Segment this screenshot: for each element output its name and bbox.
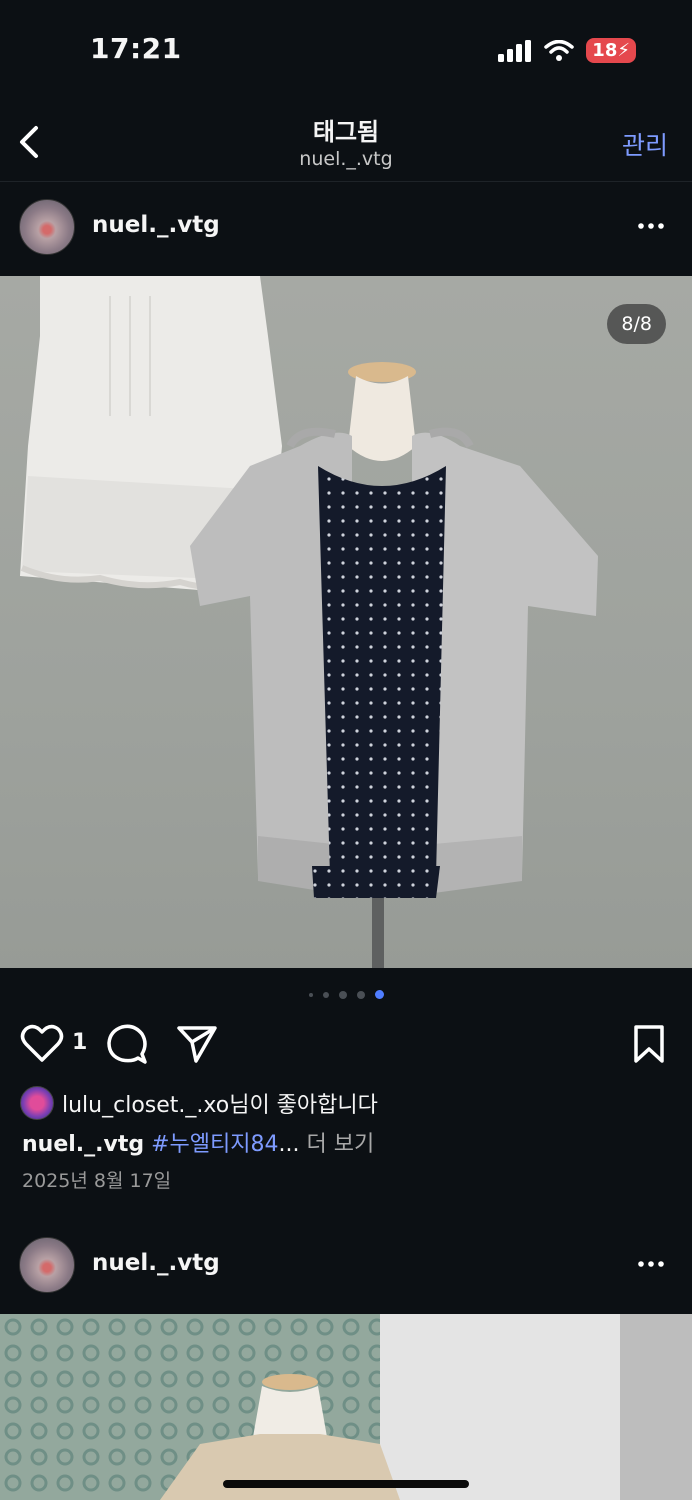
carousel-dot [338, 990, 347, 999]
home-indicator [223, 1480, 469, 1488]
wifi-icon [544, 39, 575, 61]
status-icons: 18⚡ [498, 38, 636, 63]
bookmark-icon[interactable] [632, 1024, 666, 1064]
avatar[interactable] [19, 199, 75, 255]
post-date: 2025년 8월 17일 [22, 1170, 172, 1192]
heart-icon[interactable] [20, 1024, 64, 1064]
like-count[interactable]: 1 [72, 1030, 87, 1055]
status-bar: 17:21 18⚡ [0, 0, 692, 100]
liker-username[interactable]: lulu_closet._.xo [62, 1093, 229, 1118]
battery-level: 18 [592, 40, 618, 61]
caption-ellipsis: ... [278, 1132, 300, 1157]
status-time: 17:21 [90, 32, 182, 65]
carousel-dot [322, 991, 329, 998]
liked-by-text: lulu_closet._.xo님이 좋아합니다 [62, 1087, 378, 1119]
manage-button[interactable]: 관리 [622, 126, 668, 162]
caption-username[interactable]: nuel._.vtg [22, 1132, 144, 1157]
send-icon[interactable] [176, 1024, 218, 1064]
more-icon[interactable] [636, 216, 666, 236]
carousel-dot [308, 992, 313, 997]
more-icon[interactable] [636, 1254, 666, 1274]
page-subtitle: nuel._.vtg [299, 148, 393, 170]
battery-indicator: 18⚡ [586, 38, 636, 63]
page-title: 태그됨 [312, 118, 380, 146]
carousel-dot-active [374, 990, 384, 999]
signal-icon [498, 39, 532, 62]
avatar[interactable] [19, 1237, 75, 1293]
caption-hashtag[interactable]: #누엘티지84 [151, 1132, 278, 1157]
photo-illustration [0, 1314, 692, 1500]
carousel-dot [356, 990, 365, 999]
liked-by-suffix: 님이 좋아합니다 [229, 1093, 378, 1118]
top-header: 태그됨 nuel._.vtg 관리 [0, 100, 692, 182]
liked-by-line: lulu_closet._.xo님이 좋아합니다 [20, 1086, 378, 1120]
comment-icon[interactable] [106, 1024, 148, 1064]
photo-illustration [20, 276, 598, 968]
post-caption: nuel._.vtg #누엘티지84... 더 보기 [22, 1126, 374, 1158]
liker-avatar[interactable] [20, 1086, 54, 1120]
post-username[interactable]: nuel._.vtg [92, 212, 220, 238]
post-username[interactable]: nuel._.vtg [92, 1250, 220, 1276]
post-actions: 1 [0, 1018, 692, 1068]
post-header: nuel._.vtg [0, 1220, 692, 1314]
carousel-indicator [0, 990, 692, 999]
post-photo[interactable]: 8/8 [0, 276, 692, 968]
caption-more-link[interactable]: 더 보기 [299, 1132, 374, 1157]
photo-counter: 8/8 [607, 304, 666, 344]
post-photo[interactable] [0, 1314, 692, 1500]
post-header: nuel._.vtg [0, 182, 692, 276]
